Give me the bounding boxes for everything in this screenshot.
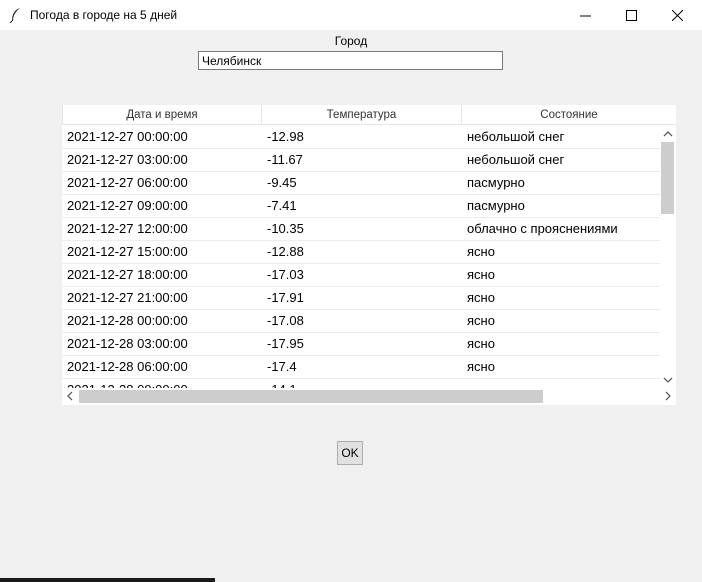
- cell-temperature: -9.45: [267, 175, 297, 190]
- cell-temperature: -12.88: [267, 244, 304, 259]
- cell-datetime: 2021-12-27 15:00:00: [67, 244, 188, 259]
- ok-button[interactable]: OK: [337, 441, 363, 465]
- cell-datetime: 2021-12-27 00:00:00: [67, 129, 188, 144]
- cell-condition: небольшой снег: [467, 129, 565, 144]
- cell-datetime: 2021-12-27 06:00:00: [67, 175, 188, 190]
- column-header-temperature[interactable]: Температура: [262, 105, 462, 125]
- cell-condition: небольшой снег: [467, 152, 565, 167]
- cell-temperature: -17.95: [267, 336, 304, 351]
- feather-icon: [9, 8, 20, 23]
- column-header-datetime[interactable]: Дата и время: [62, 105, 262, 125]
- cell-condition: ясно: [467, 244, 495, 259]
- vertical-scrollbar[interactable]: [660, 126, 676, 388]
- cell-datetime: 2021-12-28 09:00:00: [62, 379, 262, 388]
- maximize-icon: [625, 9, 637, 21]
- cell-condition: [462, 379, 660, 388]
- city-input[interactable]: [198, 51, 503, 70]
- table-row[interactable]: 2021-12-28 03:00:00 -17.95 ясно: [62, 333, 660, 356]
- minimize-button[interactable]: [562, 0, 608, 30]
- table-row[interactable]: 2021-12-28 09:00:00 -14.1: [62, 379, 660, 388]
- table-row[interactable]: 2021-12-27 06:00:00 -9.45 пасмурно: [62, 172, 660, 195]
- close-icon: [671, 9, 683, 21]
- scroll-right-icon[interactable]: [660, 388, 676, 410]
- cell-condition: облачно с прояснениями: [467, 221, 618, 236]
- cell-datetime: 2021-12-27 03:00:00: [67, 152, 188, 167]
- cell-condition: пасмурно: [467, 198, 525, 213]
- column-header-condition[interactable]: Состояние: [462, 105, 676, 125]
- horizontal-scroll-thumb[interactable]: [79, 390, 543, 403]
- cell-temperature: -17.91: [267, 290, 304, 305]
- cell-temperature: -14.1: [262, 379, 462, 388]
- cell-condition: ясно: [467, 313, 495, 328]
- close-button[interactable]: [654, 0, 700, 30]
- window-title: Погода в городе на 5 дней: [30, 8, 178, 22]
- scroll-left-icon[interactable]: [62, 388, 78, 410]
- table-row[interactable]: 2021-12-27 21:00:00 -17.91 ясно: [62, 287, 660, 310]
- minimize-icon: [579, 15, 591, 16]
- title-bar: Погода в городе на 5 дней: [0, 0, 702, 30]
- cell-temperature: -10.35: [267, 221, 304, 236]
- cell-datetime: 2021-12-27 21:00:00: [67, 290, 188, 305]
- table-body: 2021-12-27 00:00:00 -12.98 небольшой сне…: [62, 126, 660, 388]
- table-header: Дата и время Температура Состояние: [62, 105, 676, 125]
- cell-condition: ясно: [467, 359, 495, 374]
- table-row[interactable]: 2021-12-27 00:00:00 -12.98 небольшой сне…: [62, 126, 660, 149]
- cell-condition: ясно: [467, 267, 495, 282]
- table-row[interactable]: 2021-12-28 06:00:00 -17.4 ясно: [62, 356, 660, 379]
- cell-datetime: 2021-12-27 09:00:00: [67, 198, 188, 213]
- table-row[interactable]: 2021-12-28 00:00:00 -17.08 ясно: [62, 310, 660, 333]
- cell-temperature: -17.4: [267, 359, 297, 374]
- maximize-button[interactable]: [608, 0, 654, 30]
- table-tree-column: [26, 105, 62, 405]
- table-row[interactable]: 2021-12-27 15:00:00 -12.88 ясно: [62, 241, 660, 264]
- cell-temperature: -12.98: [267, 129, 304, 144]
- vertical-scroll-thumb[interactable]: [661, 142, 674, 214]
- table-row[interactable]: 2021-12-27 03:00:00 -11.67 небольшой сне…: [62, 149, 660, 172]
- cell-temperature: -11.67: [267, 152, 303, 167]
- cell-condition: ясно: [467, 336, 495, 351]
- cell-datetime: 2021-12-27 12:00:00: [67, 221, 188, 236]
- cell-temperature: -17.03: [267, 267, 304, 282]
- horizontal-scrollbar[interactable]: [62, 388, 676, 405]
- cell-datetime: 2021-12-28 03:00:00: [67, 336, 188, 351]
- cell-datetime: 2021-12-28 00:00:00: [67, 313, 188, 328]
- table-row[interactable]: 2021-12-27 09:00:00 -7.41 пасмурно: [62, 195, 660, 218]
- cell-condition: пасмурно: [467, 175, 525, 190]
- cell-datetime: 2021-12-28 06:00:00: [67, 359, 188, 374]
- taskbar-edge: [0, 578, 215, 582]
- cell-temperature: -17.08: [267, 313, 304, 328]
- cell-temperature: -7.41: [267, 198, 297, 213]
- cell-datetime: 2021-12-27 18:00:00: [67, 267, 188, 282]
- cell-condition: ясно: [467, 290, 495, 305]
- city-label: Город: [334, 34, 368, 48]
- table-row[interactable]: 2021-12-27 18:00:00 -17.03 ясно: [62, 264, 660, 287]
- table-row[interactable]: 2021-12-27 12:00:00 -10.35 облачно с про…: [62, 218, 660, 241]
